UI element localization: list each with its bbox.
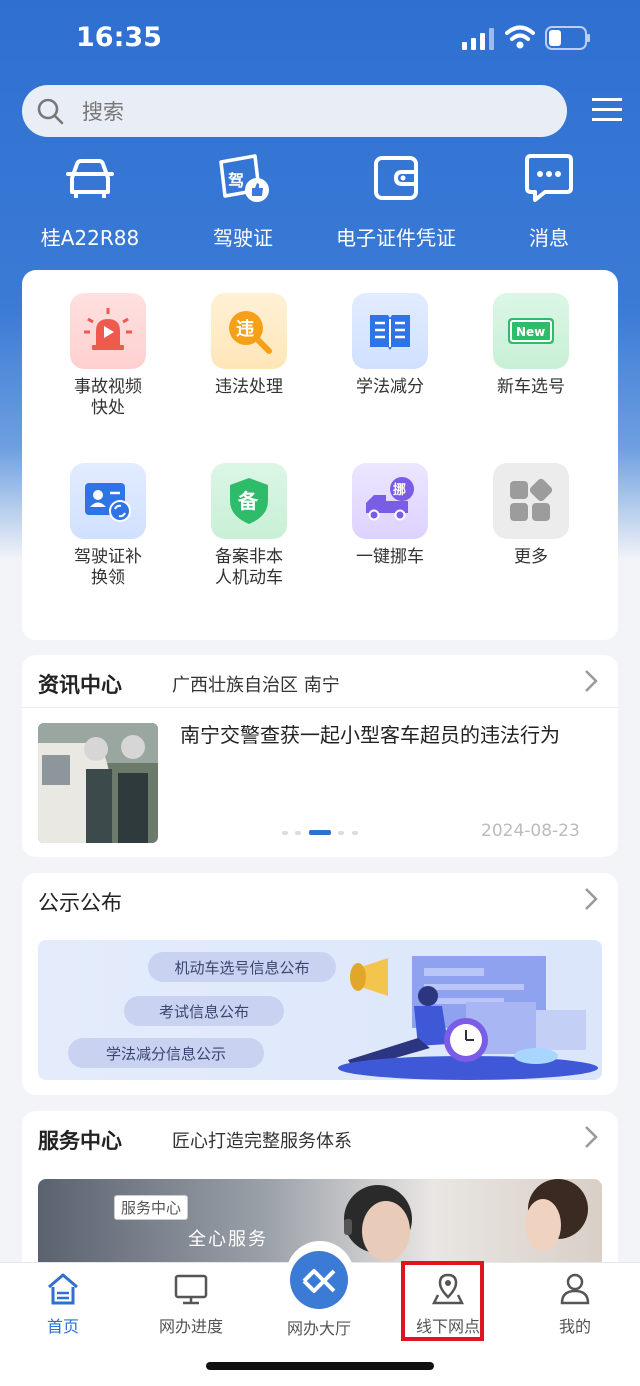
tab-progress[interactable]: 网办进度	[131, 1271, 251, 1337]
service-new-plate-label: 新车选号	[497, 377, 565, 397]
plate-icon: New	[493, 293, 569, 369]
siren-icon	[70, 293, 146, 369]
chevron-right-icon[interactable]	[584, 669, 598, 693]
home-indicator	[206, 1362, 434, 1370]
search-placeholder: 搜索	[82, 100, 124, 124]
wallet-icon	[374, 156, 418, 200]
violation-icon-text: 违	[236, 318, 254, 340]
svg-text:驾: 驾	[227, 171, 244, 190]
tab-hall[interactable]: 网办大厅	[259, 1251, 379, 1339]
notice-pill[interactable]: 学法减分信息公示	[68, 1038, 264, 1068]
wifi-icon	[505, 25, 535, 49]
tow-truck-icon: 挪	[352, 463, 428, 539]
menu-icon[interactable]	[592, 97, 622, 123]
service-more[interactable]: 更多	[461, 463, 601, 568]
service-more-label: 更多	[514, 547, 548, 567]
quick-wallet[interactable]: 电子证件凭证	[316, 150, 476, 251]
service-move-car-label: 一键挪车	[356, 547, 424, 567]
tab-hall-label: 网办大厅	[286, 1319, 351, 1338]
service-violation[interactable]: 违 违法处理	[179, 293, 319, 398]
monitor-icon	[174, 1274, 208, 1305]
notice-card: 公示公布 机动车选号信息公布 考试信息公布 学法减分信息公示	[22, 873, 618, 1095]
service-move-car[interactable]: 挪 一键挪车	[320, 463, 460, 568]
service-license-replace-label: 驾驶证补换领	[74, 547, 142, 588]
id-card-icon	[70, 463, 146, 539]
quick-vehicle[interactable]: 桂A22R88	[10, 150, 170, 251]
service-violation-label: 违法处理	[215, 377, 283, 397]
notice-pill[interactable]: 机动车选号信息公布	[148, 952, 336, 982]
home-icon	[48, 1273, 78, 1305]
quick-message[interactable]: 消息	[469, 150, 629, 251]
news-card: 资讯中心 广西壮族自治区 南宁 南宁交警查获一起小型客车超员的违法行为 2024…	[22, 655, 618, 857]
tab-home[interactable]: 首页	[3, 1271, 123, 1337]
shield-icon: 备	[211, 463, 287, 539]
service-center-subtitle: 匠心打造完整服务体系	[172, 1131, 352, 1152]
message-icon	[525, 154, 573, 202]
signal-icon	[462, 28, 494, 50]
news-date: 2024-08-23	[481, 821, 580, 841]
status-time: 16:35	[76, 22, 162, 53]
service-center-title: 服务中心	[38, 1129, 122, 1153]
notice-illustration	[338, 956, 598, 1080]
quick-license[interactable]: 驾 驾驶证	[163, 150, 323, 251]
violation-icon: 违	[211, 293, 287, 369]
notice-title: 公示公布	[38, 891, 122, 915]
tab-me-label: 我的	[558, 1317, 591, 1336]
quick-license-label: 驾驶证	[213, 226, 273, 250]
service-grid: 事故视频快处 违 违法处理 学法减分 New 新车选号 驾驶证补换领 备 备案非…	[22, 270, 618, 640]
chevron-right-icon[interactable]	[584, 1125, 598, 1149]
service-license-replace[interactable]: 驾驶证补换领	[38, 463, 178, 589]
tab-me[interactable]: 我的	[515, 1271, 635, 1337]
news-thumbnail[interactable]	[38, 723, 158, 843]
book-icon	[352, 293, 428, 369]
service-accident-video-label: 事故视频快处	[74, 377, 142, 418]
service-register-vehicle-label: 备案非本人机动车	[215, 547, 283, 588]
chevron-right-icon[interactable]	[584, 887, 598, 911]
shield-icon-text: 备	[237, 489, 259, 513]
service-study-points[interactable]: 学法减分	[320, 293, 460, 398]
car-icon	[66, 159, 114, 198]
search-bar[interactable]: 搜索	[22, 85, 567, 137]
handshake-icon	[290, 1251, 348, 1309]
service-study-points-label: 学法减分	[356, 377, 424, 397]
search-icon	[37, 98, 64, 125]
carousel-dots	[282, 830, 362, 836]
quick-message-label: 消息	[529, 226, 569, 250]
tab-home-label: 首页	[46, 1317, 79, 1336]
status-bar: 16:35	[0, 0, 640, 80]
plate-icon-text: New	[516, 325, 545, 339]
user-icon	[560, 1273, 590, 1305]
tab-progress-label: 网办进度	[158, 1317, 223, 1336]
more-icon	[493, 463, 569, 539]
news-region[interactable]: 广西壮族自治区 南宁	[172, 671, 340, 697]
service-register-vehicle[interactable]: 备 备案非本人机动车	[179, 463, 319, 589]
notice-pill[interactable]: 考试信息公布	[124, 996, 284, 1026]
tow-truck-icon-text: 挪	[393, 482, 406, 498]
service-accident-video[interactable]: 事故视频快处	[38, 293, 178, 419]
news-title: 资讯中心	[38, 673, 122, 697]
service-new-plate[interactable]: New 新车选号	[461, 293, 601, 398]
notice-banner[interactable]: 机动车选号信息公布 考试信息公布 学法减分信息公示	[38, 940, 602, 1080]
highlight-box	[401, 1261, 484, 1341]
news-divider	[22, 707, 618, 708]
battery-icon	[545, 26, 590, 50]
service-center-banner-text: 全心服务	[188, 1229, 268, 1250]
service-center-tag: 服务中心	[114, 1195, 189, 1220]
quick-vehicle-label: 桂A22R88	[40, 226, 140, 250]
quick-wallet-label: 电子证件凭证	[336, 226, 456, 250]
license-icon: 驾	[219, 154, 269, 202]
news-headline[interactable]: 南宁交警查获一起小型客车超员的违法行为	[180, 721, 600, 749]
